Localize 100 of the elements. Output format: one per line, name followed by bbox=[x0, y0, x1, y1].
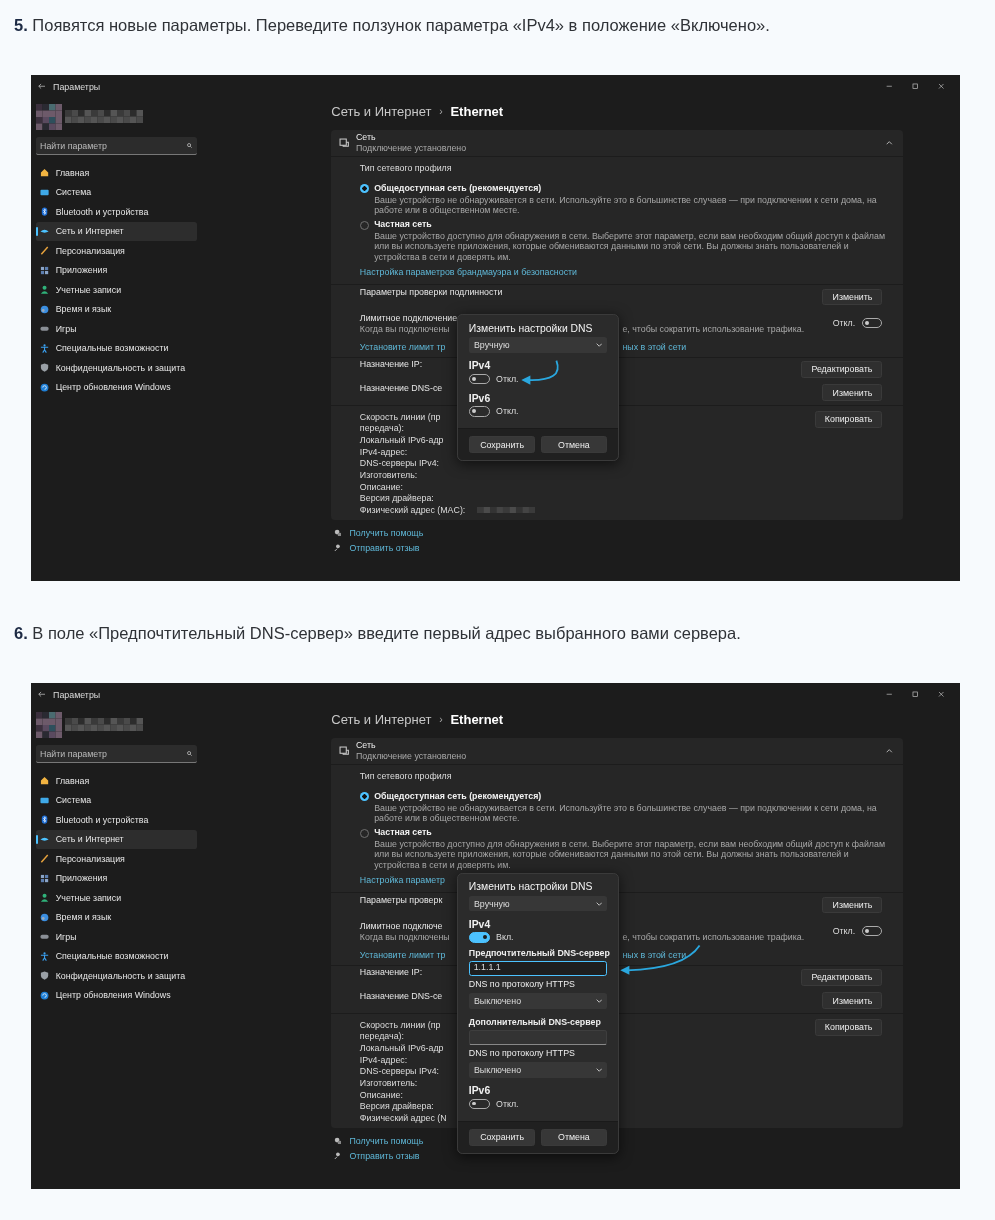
copy-button[interactable]: Копировать bbox=[814, 1018, 883, 1036]
settings-button[interactable]: Изменить bbox=[822, 288, 883, 306]
settings-button[interactable]: Изменить bbox=[822, 896, 883, 914]
property-label: Локальный IPv6-адр bbox=[359, 434, 444, 445]
https-dropdown[interactable]: Выключено bbox=[468, 1062, 608, 1078]
toggle-switch[interactable] bbox=[468, 932, 490, 943]
update-icon bbox=[40, 382, 50, 392]
property-label: Локальный IPv6-адр bbox=[359, 1042, 444, 1053]
maximize-icon bbox=[911, 83, 919, 90]
save-button[interactable]: Сохранить bbox=[468, 436, 536, 454]
firewall-link[interactable]: Настройка параметров брандмауэра и безопасности bbox=[359, 267, 578, 280]
brush-icon bbox=[40, 246, 50, 256]
settings-link[interactable]: Установите лимит тр bbox=[359, 342, 446, 352]
breadcrumb-parent[interactable]: Сеть и Интернет bbox=[331, 103, 432, 119]
help-link[interactable]: Получить помощь bbox=[349, 527, 424, 538]
nav-item[interactable]: Время и язык bbox=[36, 907, 198, 928]
nav-item[interactable]: Главная bbox=[36, 771, 198, 791]
nav-item[interactable]: Специальные возможности bbox=[36, 338, 198, 359]
setting-label: Назначение DNS-се bbox=[359, 382, 443, 393]
toggle-state-label: Откл. bbox=[496, 406, 519, 417]
nav-item[interactable]: Главная bbox=[36, 163, 198, 183]
nav-item[interactable]: Приложения bbox=[36, 868, 198, 889]
nav-item[interactable]: Специальные возможности bbox=[36, 946, 198, 967]
setting-label: Параметры проверки подлинности bbox=[359, 286, 503, 297]
setting-label: Назначение IP: bbox=[359, 359, 423, 370]
apps-icon bbox=[40, 265, 50, 275]
property-label: Скорость линии (пр bbox=[359, 1019, 441, 1030]
dns-field[interactable]: 1.1.1.1 bbox=[468, 960, 608, 977]
mode-dropdown[interactable]: Вручную bbox=[468, 337, 608, 353]
nav-item[interactable]: Центр обновления Windows bbox=[36, 377, 198, 398]
help-link[interactable]: Отправить отзыв bbox=[349, 1151, 420, 1162]
nav-item[interactable]: Конфиденциальность и защита bbox=[36, 966, 198, 986]
setting-description: е, чтобы сократить использование трафика. bbox=[622, 323, 805, 334]
cancel-button[interactable]: Отмена bbox=[540, 1128, 608, 1146]
settings-link[interactable]: Установите лимит тр bbox=[359, 950, 446, 960]
breadcrumb-separator: › bbox=[439, 713, 443, 725]
radio-button[interactable] bbox=[359, 792, 369, 802]
settings-link[interactable]: ных в этой сети bbox=[622, 342, 687, 352]
nav-item[interactable]: Учетные записи bbox=[36, 888, 198, 908]
nav-item[interactable]: Конфиденциальность и защита bbox=[36, 358, 198, 378]
window-title: Параметры bbox=[53, 689, 101, 700]
step-instruction: 6. В поле «Предпочтительный DNS-сервер» введите первый адрес выбранного вами сервера. bbox=[14, 623, 742, 643]
search-field[interactable]: Найти параметр bbox=[36, 137, 198, 156]
chevron-icon[interactable] bbox=[886, 140, 893, 145]
breadcrumb-separator: › bbox=[439, 105, 443, 117]
card-title: Сеть bbox=[355, 132, 377, 143]
nav-item[interactable]: Сеть и Интернет bbox=[36, 221, 198, 242]
dns-field[interactable] bbox=[468, 1029, 608, 1046]
nav-item[interactable]: Игры bbox=[36, 927, 198, 947]
nav-item[interactable]: Персонализация bbox=[36, 849, 198, 869]
nav-item[interactable]: Bluetooth и устройства bbox=[36, 810, 198, 830]
nav-item[interactable]: Bluetooth и устройства bbox=[36, 202, 198, 222]
globe-icon bbox=[40, 304, 50, 314]
breadcrumb-parent[interactable]: Сеть и Интернет bbox=[331, 711, 432, 727]
nav-item[interactable]: Сеть и Интернет bbox=[36, 829, 198, 850]
nav-item[interactable]: Система bbox=[36, 182, 198, 203]
nav-item[interactable]: Время и язык bbox=[36, 299, 198, 320]
globe-icon bbox=[40, 912, 50, 922]
option-description: Ваше устройство не обнаруживается в сети. Используйте это в большинстве случаев — при подключении к сети дома, на работе или в общественном месте. bbox=[374, 194, 878, 216]
property-label: передача): bbox=[359, 1031, 404, 1042]
search-field[interactable]: Найти параметр bbox=[36, 745, 198, 764]
close-icon bbox=[937, 691, 945, 698]
toggle-state-label: Откл. bbox=[496, 1098, 519, 1109]
settings-button[interactable]: Редактировать bbox=[801, 361, 883, 378]
dialog-title: Изменить настройки DNS bbox=[468, 880, 594, 894]
nav-item[interactable]: Персонализация bbox=[36, 241, 198, 261]
firewall-link[interactable]: Настройка параметр bbox=[359, 875, 445, 888]
help-link[interactable]: Получить помощь bbox=[349, 1135, 424, 1146]
blurred-value-drawing bbox=[476, 506, 536, 514]
option-description: Ваше устройство доступно для обнаружения в сети. Выберите этот параметр, если вам необходим общий доступ к файлам или вы используете приложения, которые обмениваются данными по этой сети. Вы должны знать пользователей и устройства в сети и доверять им. bbox=[374, 230, 886, 263]
settings-button[interactable]: Изменить bbox=[822, 992, 883, 1010]
settings-button[interactable]: Изменить bbox=[822, 384, 883, 402]
settings-link[interactable]: ных в этой сети bbox=[622, 950, 687, 960]
property-label: Физический адрес (MAC): bbox=[359, 505, 466, 516]
nav-item[interactable]: Приложения bbox=[36, 260, 198, 281]
copy-button[interactable]: Копировать bbox=[814, 410, 883, 428]
mode-dropdown[interactable]: Вручную bbox=[468, 895, 608, 912]
accessibility-icon bbox=[40, 343, 50, 353]
settings-button[interactable]: Редактировать bbox=[801, 969, 883, 986]
https-dropdown[interactable]: Выключено bbox=[468, 993, 608, 1009]
nav-item[interactable]: Учетные записи bbox=[36, 280, 198, 300]
property-label: Описание: bbox=[359, 1089, 403, 1100]
toggle-state-label: Откл. bbox=[832, 317, 856, 328]
option-title: Частная сеть bbox=[374, 827, 433, 839]
nav-item[interactable]: Игры bbox=[36, 319, 198, 339]
help-link[interactable]: Отправить отзыв bbox=[349, 543, 420, 554]
card-subtitle: Подключение установлено bbox=[355, 142, 467, 154]
monitor-icon bbox=[40, 795, 50, 805]
option-title: Частная сеть bbox=[374, 219, 433, 231]
option-title: Общедоступная сеть (рекомендуется) bbox=[374, 790, 543, 803]
shield-icon bbox=[40, 363, 50, 373]
cancel-button[interactable]: Отмена bbox=[540, 436, 608, 454]
nav-item[interactable]: Система bbox=[36, 790, 198, 811]
chevron-icon[interactable] bbox=[886, 748, 893, 753]
save-button[interactable]: Сохранить bbox=[468, 1128, 536, 1146]
person-icon bbox=[40, 893, 50, 903]
minimize-icon bbox=[885, 691, 893, 698]
nav-item[interactable]: Центр обновления Windows bbox=[36, 985, 198, 1006]
radio-button[interactable] bbox=[359, 184, 369, 194]
maximize-icon bbox=[911, 691, 919, 698]
